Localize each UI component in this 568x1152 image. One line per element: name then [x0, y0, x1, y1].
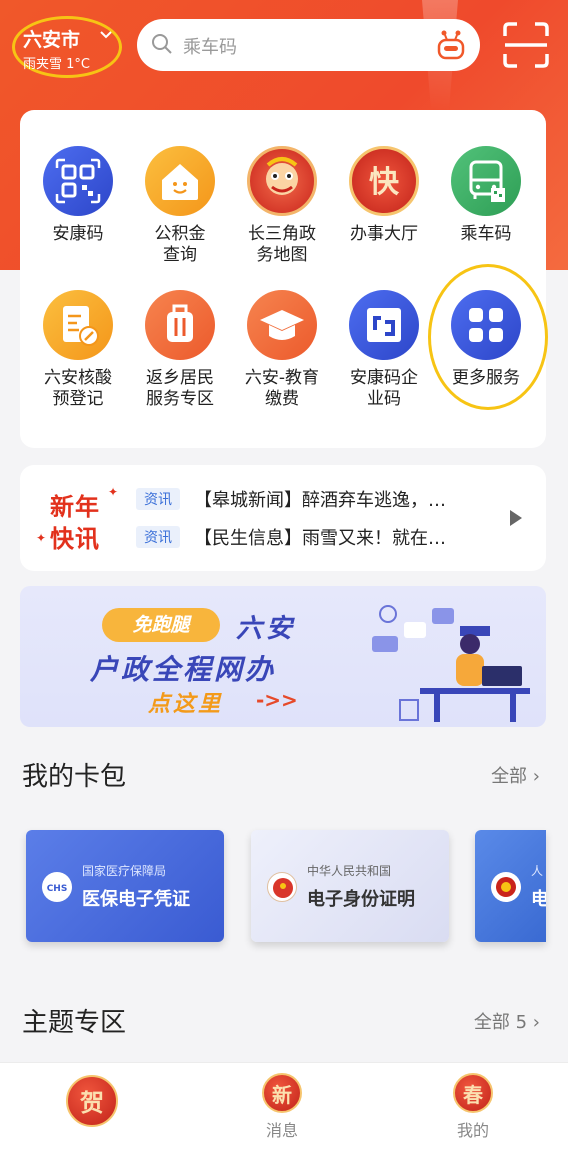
graduation-cap-icon — [247, 290, 317, 360]
scan-icon[interactable] — [503, 22, 549, 68]
lion-dance-icon — [247, 146, 317, 216]
banner-arrow: ->> — [256, 688, 298, 712]
me-chun-icon: 春 — [453, 1073, 493, 1113]
qr-code-icon — [43, 146, 113, 216]
service-nucleic-register[interactable]: 六安核酸 预登记 — [26, 290, 130, 410]
news-tag: 资讯 — [136, 526, 180, 548]
wallet-title: 我的卡包 — [22, 762, 127, 792]
service-label: 长三角政 务地图 — [248, 224, 316, 265]
card-org: 人 — [531, 864, 544, 878]
chevron-right-icon: › — [532, 766, 540, 787]
news-card[interactable]: 新年 快讯 ✦ ✦ 资讯 【皋城新闻】醉酒弃车逃逸，… 资讯 【民生信息】雨雪又… — [20, 465, 546, 571]
service-returnee-zone[interactable]: 返乡居民 服务专区 — [128, 290, 232, 410]
police-badge-icon — [491, 872, 521, 902]
news-item[interactable]: 资讯 【民生信息】雨雪又来！就在… — [136, 525, 494, 549]
enterprise-code-icon — [349, 290, 419, 360]
banner-cta: 点这里 — [148, 692, 224, 717]
bus-icon — [451, 146, 521, 216]
wallet-card-medical[interactable]: CHS 国家医疗保障局 医保电子凭证 — [26, 830, 224, 942]
news-text: 【民生信息】雨雪又来！就在… — [194, 528, 446, 549]
weather-text: 雨夹雪 1°C — [23, 57, 90, 72]
test-tube-icon — [43, 290, 113, 360]
wallet-card-id[interactable]: 中华人民共和国 电子身份证明 — [251, 830, 449, 942]
chevron-right-icon: › — [532, 1012, 540, 1033]
highlight-ring — [428, 264, 548, 410]
card-title: 医保电子凭证 — [82, 889, 190, 910]
banner-city: 六安 — [236, 614, 297, 644]
card-title: 电子身份证明 — [307, 889, 415, 910]
topics-view-all[interactable]: 全部 5 › — [474, 1008, 540, 1034]
service-label: 办事大厅 — [350, 224, 418, 244]
service-label: 六安核酸 预登记 — [44, 368, 112, 409]
banner-pill: 免跑腿 — [102, 608, 220, 642]
play-icon — [510, 510, 522, 526]
search-bar[interactable]: 乘车码 — [137, 19, 480, 71]
service-label: 返乡居民 服务专区 — [146, 368, 214, 409]
luggage-icon — [145, 290, 215, 360]
nav-label: 消息 — [265, 1121, 298, 1140]
wallet-view-all[interactable]: 全部 › — [491, 762, 540, 788]
service-label: 安康码企 业码 — [350, 368, 418, 409]
news-logo-line2: 快讯 — [50, 525, 100, 553]
search-placeholder: 乘车码 — [183, 37, 237, 58]
city-name: 六安市 — [23, 29, 81, 51]
house-icon — [145, 146, 215, 216]
national-emblem-icon — [267, 872, 297, 902]
city-selector[interactable]: 六安市 雨夹雪 1°C — [12, 16, 122, 78]
news-tag: 资讯 — [136, 488, 180, 510]
service-ankang-code[interactable]: 安康码 — [26, 146, 130, 245]
bottom-nav: 贺 新 消息 春 我的 — [0, 1062, 568, 1152]
nav-home[interactable]: 贺 — [62, 1075, 122, 1127]
nav-me[interactable]: 春 我的 — [443, 1073, 503, 1141]
view-all-label: 全部 — [491, 766, 528, 787]
robot-assistant-icon[interactable] — [436, 29, 466, 61]
sparkle-icon: ✦ — [108, 485, 119, 499]
topics-title: 主题专区 — [22, 1008, 127, 1038]
service-enterprise-code[interactable]: 安康码企 业码 — [332, 290, 436, 410]
service-label: 六安-教育 缴费 — [244, 368, 320, 409]
service-yrd-map[interactable]: 长三角政 务地图 — [230, 146, 334, 266]
service-label: 安康码 — [52, 224, 104, 244]
service-label: 乘车码 — [460, 224, 512, 244]
service-label: 公积金 查询 — [154, 224, 206, 265]
home-he-icon: 贺 — [66, 1075, 118, 1127]
news-text: 【皋城新闻】醉酒弃车逃逸，… — [194, 490, 446, 511]
news-item[interactable]: 资讯 【皋城新闻】醉酒弃车逃逸，… — [136, 487, 494, 511]
office-worker-illustration — [372, 605, 530, 722]
svg-text:CHS: CHS — [47, 884, 68, 894]
news-logo-line1: 新年 — [50, 493, 100, 521]
chevron-down-icon — [98, 27, 114, 47]
search-icon — [152, 34, 172, 54]
messages-xin-icon: 新 — [262, 1073, 302, 1113]
nav-messages[interactable]: 新 消息 — [252, 1073, 312, 1141]
view-all-label: 全部 5 — [473, 1012, 528, 1033]
service-bus-code[interactable]: 乘车码 — [434, 146, 538, 245]
card-title: 电 — [531, 889, 546, 910]
banner-headline: 户政全程网办 — [90, 653, 277, 686]
household-banner[interactable]: 免跑腿 六安 户政全程网办 点这里 ->> — [20, 586, 546, 727]
service-education-fee[interactable]: 六安-教育 缴费 — [230, 290, 334, 410]
sparkle-icon: ✦ — [36, 531, 47, 545]
wallet-card-other[interactable]: 人 电 — [475, 830, 546, 942]
chs-logo-icon: CHS — [42, 872, 72, 902]
card-org: 中华人民共和国 — [307, 864, 392, 878]
fast-char-icon: 快 — [349, 146, 419, 216]
service-housing-fund[interactable]: 公积金 查询 — [128, 146, 232, 266]
card-org: 国家医疗保障局 — [82, 864, 167, 878]
service-hall[interactable]: 快 办事大厅 — [332, 146, 436, 245]
svg-text:快: 快 — [369, 165, 400, 200]
nav-label: 我的 — [456, 1121, 489, 1140]
